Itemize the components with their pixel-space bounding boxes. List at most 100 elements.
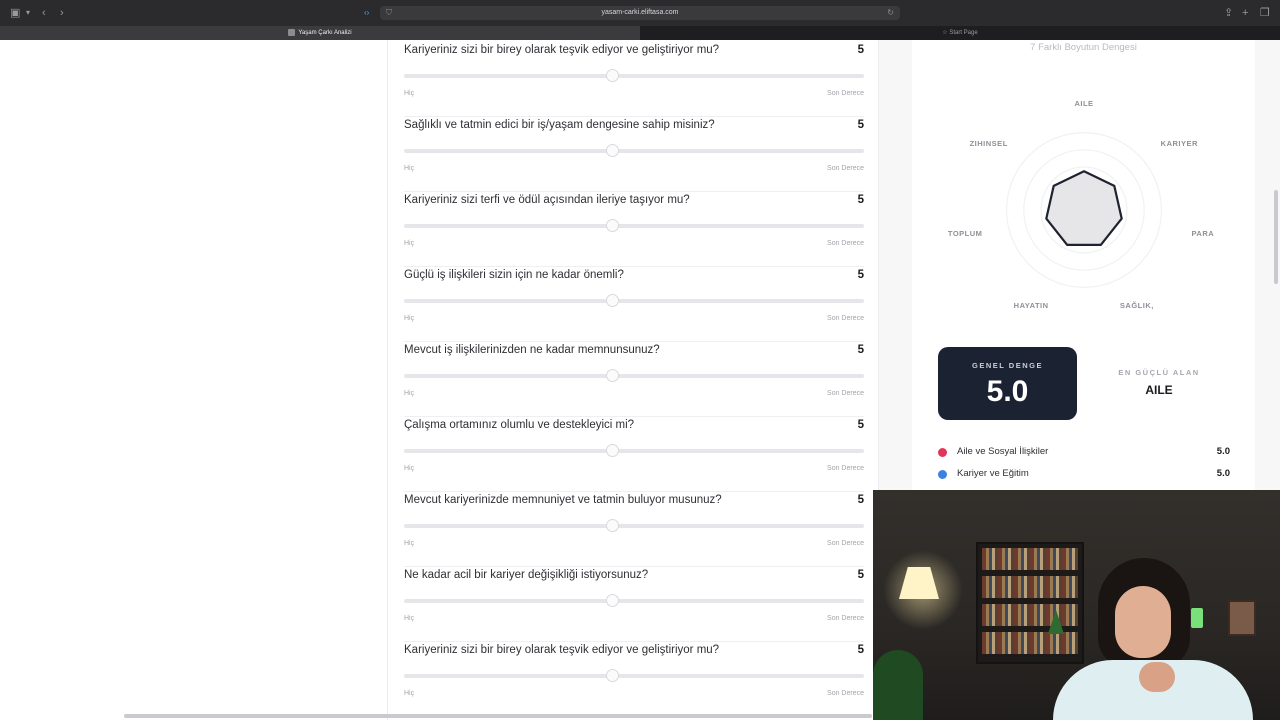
score-slider-track[interactable] <box>404 224 864 228</box>
question-score: 5 <box>857 269 864 281</box>
code-icon[interactable]: ‹› <box>364 6 369 20</box>
radar-axis-label: ZIHINSEL <box>969 138 1008 148</box>
strongest-area: EN GÜÇLÜ ALAN AILE <box>1102 368 1216 397</box>
radar-axis-label: KARIYER <box>1160 138 1198 148</box>
question-row: Kariyeriniz sizi bir birey olarak teşvik… <box>404 42 864 117</box>
question-row: Ne kadar acil bir kariyer değişikliği is… <box>404 567 864 642</box>
question-score: 5 <box>857 419 864 431</box>
page: Kariyeriniz sizi bir birey olarak teşvik… <box>0 40 1280 720</box>
question-row: Mevcut kariyerinizde memnuniyet ve tatmi… <box>404 492 864 567</box>
score-slider-track[interactable] <box>404 149 864 153</box>
question-list: Kariyeriniz sizi bir birey olarak teşvik… <box>387 40 879 720</box>
score-slider-track[interactable] <box>404 299 864 303</box>
tab-label: Start Page <box>949 30 978 36</box>
scale-max-label: Son Derece <box>827 390 864 397</box>
books-row <box>982 604 1078 626</box>
question-row: Kariyeriniz sizi terfi ve ödül açısından… <box>404 192 864 267</box>
question-text: Kariyeriniz sizi bir birey olarak teşvik… <box>404 44 720 56</box>
question-score: 5 <box>857 494 864 506</box>
favicon-icon <box>288 28 296 36</box>
score-slider-track[interactable] <box>404 674 864 678</box>
strongest-label: EN GÜÇLÜ ALAN <box>1118 368 1200 377</box>
overall-balance-card: GENEL DENGE 5.0 <box>938 347 1077 420</box>
score-slider-handle[interactable] <box>606 69 620 82</box>
back-icon[interactable]: ‹ <box>42 6 46 20</box>
tab-overview-icon[interactable]: ❐ <box>1260 6 1270 20</box>
reload-icon[interactable]: ↻ <box>887 6 894 20</box>
legend-item: Kariyer ve Eğitim 5.0 <box>938 468 1230 482</box>
sidebar-toggle-icon[interactable]: ▣ <box>10 6 20 20</box>
radar-axis-label: TOPLUM <box>947 228 983 238</box>
balance-label: GENEL DENGE <box>972 361 1043 370</box>
books-row <box>982 576 1078 598</box>
scale-min-label: Hiç <box>404 240 415 247</box>
score-slider-handle[interactable] <box>606 369 620 382</box>
webcam-overlay <box>873 490 1280 720</box>
books-row <box>982 548 1078 570</box>
score-slider-track[interactable] <box>404 449 864 453</box>
balance-value: 5.0 <box>986 375 1029 408</box>
score-slider-track[interactable] <box>404 599 864 603</box>
forward-icon[interactable]: › <box>60 6 64 20</box>
person-hand <box>1139 662 1175 692</box>
scale-max-label: Son Derece <box>827 90 864 97</box>
strongest-value: AILE <box>1145 383 1173 397</box>
legend-name: Aile ve Sosyal İlişkiler <box>957 446 1049 457</box>
new-tab-icon[interactable]: + <box>1242 6 1248 20</box>
scale-max-label: Son Derece <box>827 240 864 247</box>
question-row: Güçlü iş ilişkileri sizin için ne kadar … <box>404 267 864 342</box>
url-text: yasam-carki.eliftasa.com <box>601 9 679 16</box>
legend-value: 5.0 <box>1216 446 1230 457</box>
vertical-scrollbar[interactable] <box>1274 190 1278 284</box>
scale-max-label: Son Derece <box>827 615 864 622</box>
scale-min-label: Hiç <box>404 390 415 397</box>
scale-max-label: Son Derece <box>827 315 864 322</box>
question-score: 5 <box>857 569 864 581</box>
scale-max-label: Son Derece <box>827 165 864 172</box>
score-slider-handle[interactable] <box>606 519 620 532</box>
question-text: Sağlıklı ve tatmin edici bir iş/yaşam de… <box>404 119 715 131</box>
browser-toolbar: ▣ ▾ ‹ › ‹› ⛉ yasam-carki.eliftasa.com ↻ … <box>0 0 1280 26</box>
scale-min-label: Hiç <box>404 165 415 172</box>
question-text: Kariyeriniz sizi bir birey olarak teşvik… <box>404 644 720 656</box>
legend-item: Aile ve Sosyal İlişkiler 5.0 <box>938 446 1230 460</box>
question-score: 5 <box>857 644 864 656</box>
score-slider-handle[interactable] <box>606 144 620 157</box>
legend-dot <box>938 448 947 457</box>
score-slider-track[interactable] <box>404 524 864 528</box>
score-slider-track[interactable] <box>404 74 864 78</box>
scale-max-label: Son Derece <box>827 540 864 547</box>
radar-axis-label: PARA <box>1191 228 1215 238</box>
books-row <box>982 632 1078 654</box>
score-slider-handle[interactable] <box>606 594 620 607</box>
legend-value: 5.0 <box>1216 468 1230 479</box>
horizontal-scrollbar[interactable] <box>124 714 872 718</box>
scale-min-label: Hiç <box>404 540 415 547</box>
tab-label: Yaşam Çarkı Analizi <box>298 30 352 36</box>
lock-icon: ⛉ <box>386 8 392 17</box>
score-slider-handle[interactable] <box>606 294 620 307</box>
question-text: Kariyeriniz sizi terfi ve ödül açısından… <box>404 194 690 206</box>
share-icon[interactable]: ⇪ <box>1224 6 1233 20</box>
question-text: Güçlü iş ilişkileri sizin için ne kadar … <box>404 269 624 281</box>
radar-svg <box>1005 131 1163 289</box>
question-score: 5 <box>857 194 864 206</box>
green-screen-light <box>1191 608 1203 628</box>
tab-bar: Yaşam Çarkı Analizi ☆ Start Page <box>0 26 1280 40</box>
bookshelf <box>976 542 1084 664</box>
address-bar[interactable]: ⛉ yasam-carki.eliftasa.com ↻ <box>380 6 900 20</box>
chevron-down-icon[interactable]: ▾ <box>26 6 30 20</box>
question-text: Mevcut iş ilişkilerinizden ne kadar memn… <box>404 344 660 356</box>
legend-name: Kariyer ve Eğitim <box>957 468 1029 479</box>
score-slider-handle[interactable] <box>606 444 620 457</box>
score-slider-track[interactable] <box>404 374 864 378</box>
tab-start-page[interactable]: ☆ Start Page <box>640 26 1280 40</box>
question-row: Mevcut iş ilişkilerinizden ne kadar memn… <box>404 342 864 417</box>
scale-min-label: Hiç <box>404 615 415 622</box>
score-slider-handle[interactable] <box>606 219 620 232</box>
score-slider-handle[interactable] <box>606 669 620 682</box>
radar-axis-label: SAĞLIK, <box>1119 300 1154 310</box>
tab-active[interactable]: Yaşam Çarkı Analizi <box>0 26 640 40</box>
person-face <box>1115 586 1171 658</box>
question-row: Çalışma ortamınız olumlu ve destekleyici… <box>404 417 864 492</box>
